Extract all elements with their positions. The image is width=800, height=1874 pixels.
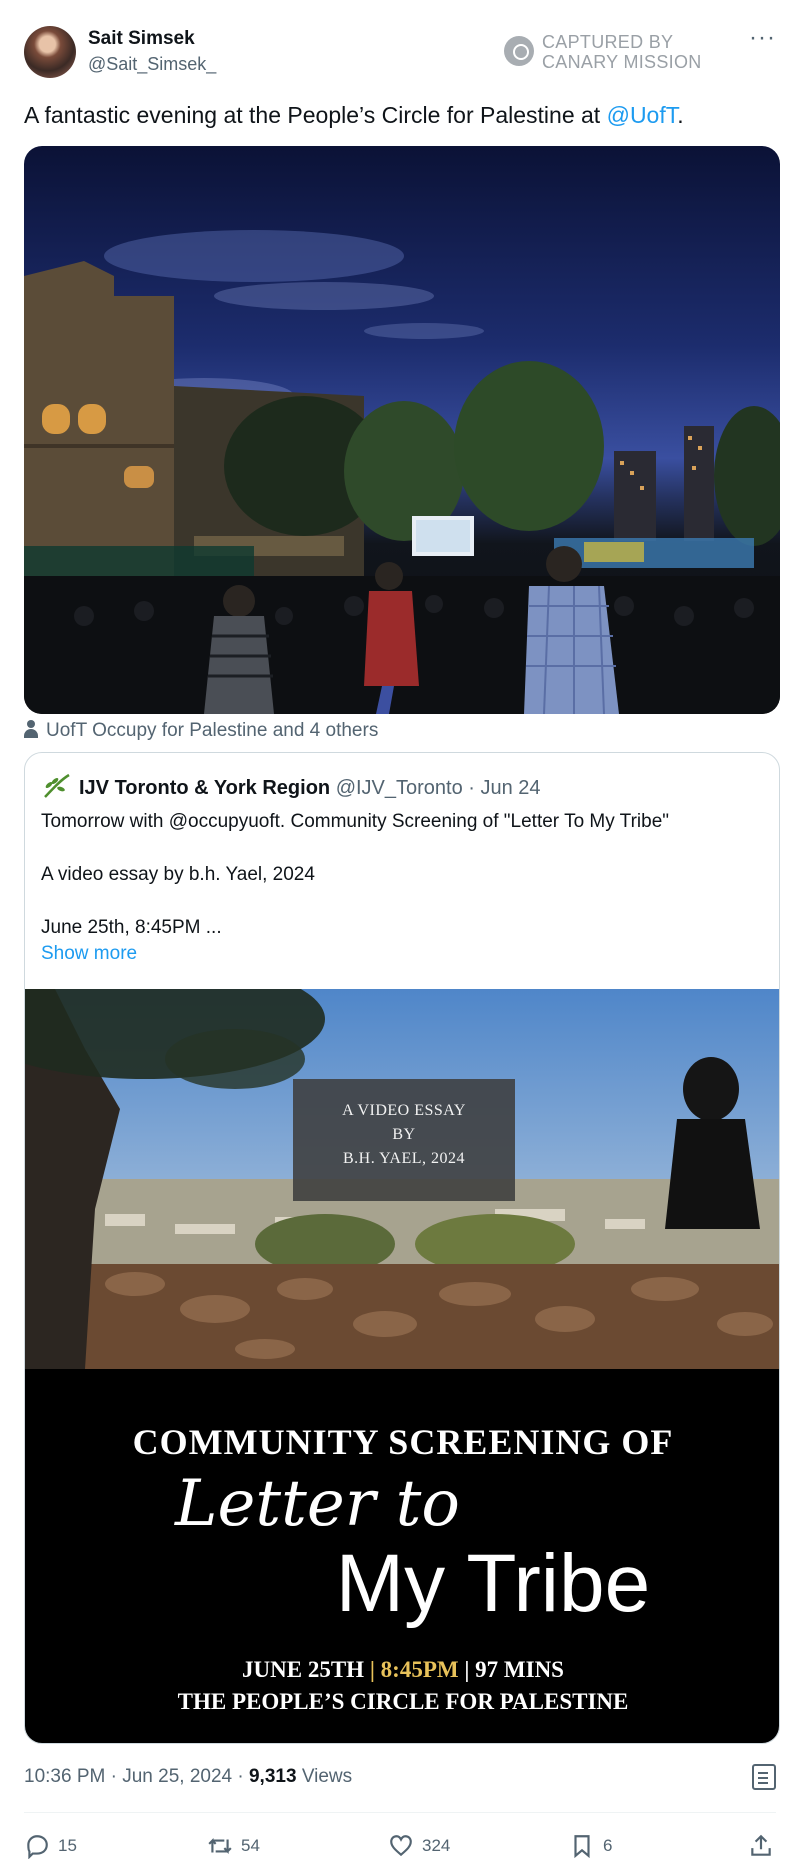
like-count: 324 [422,1836,451,1855]
share-icon [751,1834,771,1856]
author-name[interactable]: Sait Simsek [88,28,195,50]
time: 10:36 PM [24,1766,106,1787]
tweet-text-end: . [677,102,684,128]
tweet-header: Sait Simsek @Sait_Simsek_ CAPTURED BY CA… [24,24,776,80]
show-more-link[interactable]: Show more [41,943,137,965]
ijv-logo-icon [44,773,70,798]
essay-caption: A VIDEO ESSAY BY B.H. YAEL, 2024 [293,1099,515,1171]
tweet-timestamp[interactable]: 10:36 PM · Jun 25, 2024 · 9,313 Views [24,1766,352,1788]
author-handle[interactable]: @Sait_Simsek_ [88,54,216,75]
heart-icon [390,1835,412,1857]
quoted-separator: · [462,777,481,799]
repost-count: 54 [241,1836,260,1855]
captured-text: CAPTURED BY CANARY MISSION [542,32,702,72]
poster-divider-2: | [464,1657,476,1682]
poster-date: JUNE 25TH [242,1657,365,1682]
essay-line1: A VIDEO ESSAY [342,1102,466,1119]
meta-separator: · [232,1766,249,1787]
poster-script-title: Letter to [175,1467,460,1541]
poster-duration: 97 MINS [475,1657,564,1682]
night-gathering-photo [24,230,780,714]
poster-title: My Tribe [335,1538,651,1629]
divider [24,1812,776,1813]
essay-line3: B.H. YAEL, 2024 [342,1150,465,1167]
poster-details: JUNE 25TH | 8:45PM | 97 MINS [25,1657,779,1683]
tagged-label: UofT Occupy for Palestine and 4 others [46,720,379,741]
like-button[interactable]: 324 [388,1826,450,1866]
views-count: 9,313 [248,1766,297,1787]
mention-link[interactable]: @UofT [607,102,678,128]
bookmark-button[interactable]: 6 [569,1826,612,1866]
tweet-text: A fantastic evening at the People’s Circ… [24,100,684,130]
date: Jun 25, 2024 [122,1766,233,1787]
tagged-users[interactable]: UofT Occupy for Palestine and 4 others [24,720,378,742]
avatar[interactable] [24,26,76,78]
tweet-photo[interactable] [24,146,780,714]
quoted-author-handle[interactable]: @IJV_Toronto [336,777,463,799]
quoted-tweet[interactable]: IJV Toronto & York Region @IJV_Toronto ·… [24,752,780,1744]
action-bar: 15 54 324 6 [24,1826,776,1866]
reply-button[interactable]: 15 [24,1826,77,1866]
reply-count: 15 [58,1836,77,1855]
poster-heading: COMMUNITY SCREENING OF [132,1422,674,1462]
bookmark-icon [574,1835,590,1859]
reply-icon [27,1835,48,1859]
screening-poster[interactable]: A VIDEO ESSAY BY B.H. YAEL, 2024 COMMUNI… [25,959,779,1743]
quoted-line1: Tomorrow with @occupyuoft. Community Scr… [41,811,670,832]
captured-line1: CAPTURED BY [542,32,674,52]
more-options-icon[interactable]: ··· [749,24,776,52]
tweet-text-body: A fantastic evening at the People’s Circ… [24,102,607,128]
captured-badge: CAPTURED BY CANARY MISSION [504,28,714,72]
person-icon [24,720,38,738]
bookmark-count: 6 [603,1836,613,1855]
quoted-header: IJV Toronto & York Region @IJV_Toronto ·… [41,773,541,800]
share-button[interactable] [748,1826,782,1866]
quoted-body: Tomorrow with @occupyuoft. Community Scr… [41,809,761,941]
captured-line2: CANARY MISSION [542,52,702,72]
views-label: Views [301,1766,353,1787]
quoted-line2: A video essay by b.h. Yael, 2024 [41,864,315,885]
poster-divider-1: | [369,1657,381,1682]
repost-button[interactable]: 54 [207,1826,260,1866]
quoted-date[interactable]: Jun 24 [481,777,541,799]
canary-icon [504,36,534,66]
meta-separator: · [105,1766,123,1787]
repost-icon [208,1837,232,1855]
poster-time: 8:45PM [380,1657,459,1682]
essay-line2: BY [392,1126,416,1143]
poster-venue: THE PEOPLE’S CIRCLE FOR PALESTINE [177,1689,629,1714]
analytics-icon[interactable] [752,1764,776,1790]
quoted-line3: June 25th, 8:45PM ... [41,917,222,938]
quoted-author-name[interactable]: IJV Toronto & York Region [79,777,330,799]
